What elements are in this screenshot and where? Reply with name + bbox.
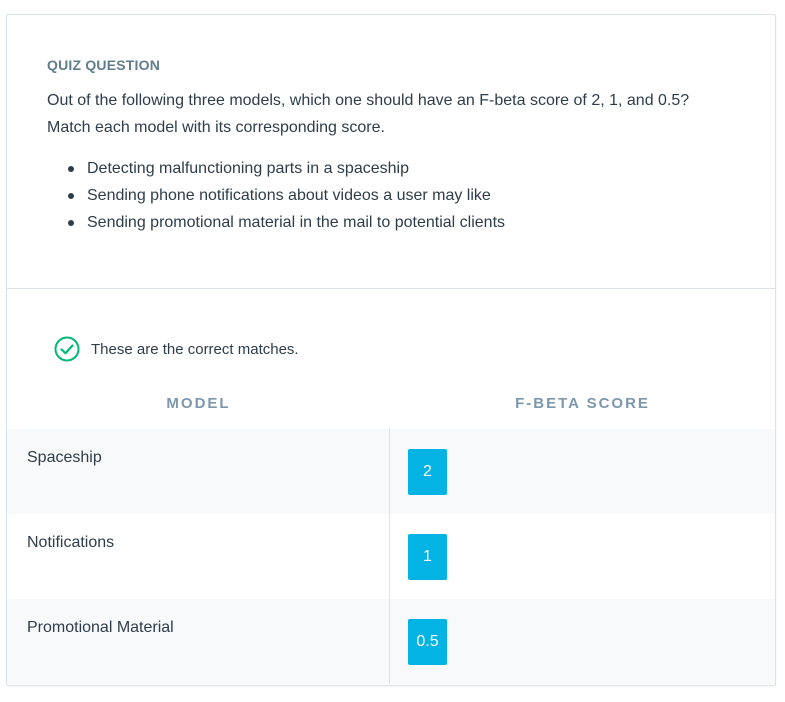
column-header-score: F-BETA SCORE (515, 394, 650, 412)
list-item-text: Sending phone notifications about videos… (87, 187, 491, 204)
model-cell: Notifications (7, 514, 390, 599)
quiz-question-label: QUIZ QUESTION (47, 57, 161, 73)
bullet-icon (68, 193, 74, 199)
table-row: Promotional Material 0.5 (7, 599, 775, 684)
model-cell: Promotional Material (7, 599, 390, 684)
match-table: Spaceship 2 Notifications 1 Promotional … (7, 429, 775, 684)
model-cell: Spaceship (7, 429, 390, 514)
table-row: Notifications 1 (7, 514, 775, 599)
score-cell: 2 (390, 429, 775, 514)
column-header-model: MODEL (166, 394, 231, 412)
bullet-icon (68, 166, 74, 172)
list-item: Sending promotional material in the mail… (67, 209, 735, 236)
question-line-2: Match each model with its corresponding … (47, 119, 385, 136)
question-line-1: Out of the following three models, which… (47, 92, 690, 109)
quiz-card: QUIZ QUESTION Out of the following three… (6, 14, 776, 686)
score-chip[interactable]: 0.5 (408, 619, 447, 665)
table-header: MODEL F-BETA SCORE (7, 369, 775, 429)
table-row: Spaceship 2 (7, 429, 775, 514)
model-list: Detecting malfunctioning parts in a spac… (47, 155, 735, 236)
check-circle-icon (54, 336, 80, 362)
score-cell: 0.5 (390, 599, 775, 684)
list-item-text: Sending promotional material in the mail… (87, 214, 506, 231)
question-section: QUIZ QUESTION Out of the following three… (7, 15, 775, 289)
list-item: Detecting malfunctioning parts in a spac… (67, 155, 735, 182)
list-item-text: Detecting malfunctioning parts in a spac… (87, 160, 409, 177)
score-chip[interactable]: 2 (408, 449, 447, 495)
question-text: Out of the following three models, which… (47, 87, 735, 141)
bullet-icon (68, 220, 74, 226)
list-item: Sending phone notifications about videos… (67, 182, 735, 209)
score-chip[interactable]: 1 (408, 534, 447, 580)
score-cell: 1 (390, 514, 775, 599)
feedback-text: These are the correct matches. (91, 340, 299, 358)
feedback-message: These are the correct matches. (7, 289, 775, 369)
